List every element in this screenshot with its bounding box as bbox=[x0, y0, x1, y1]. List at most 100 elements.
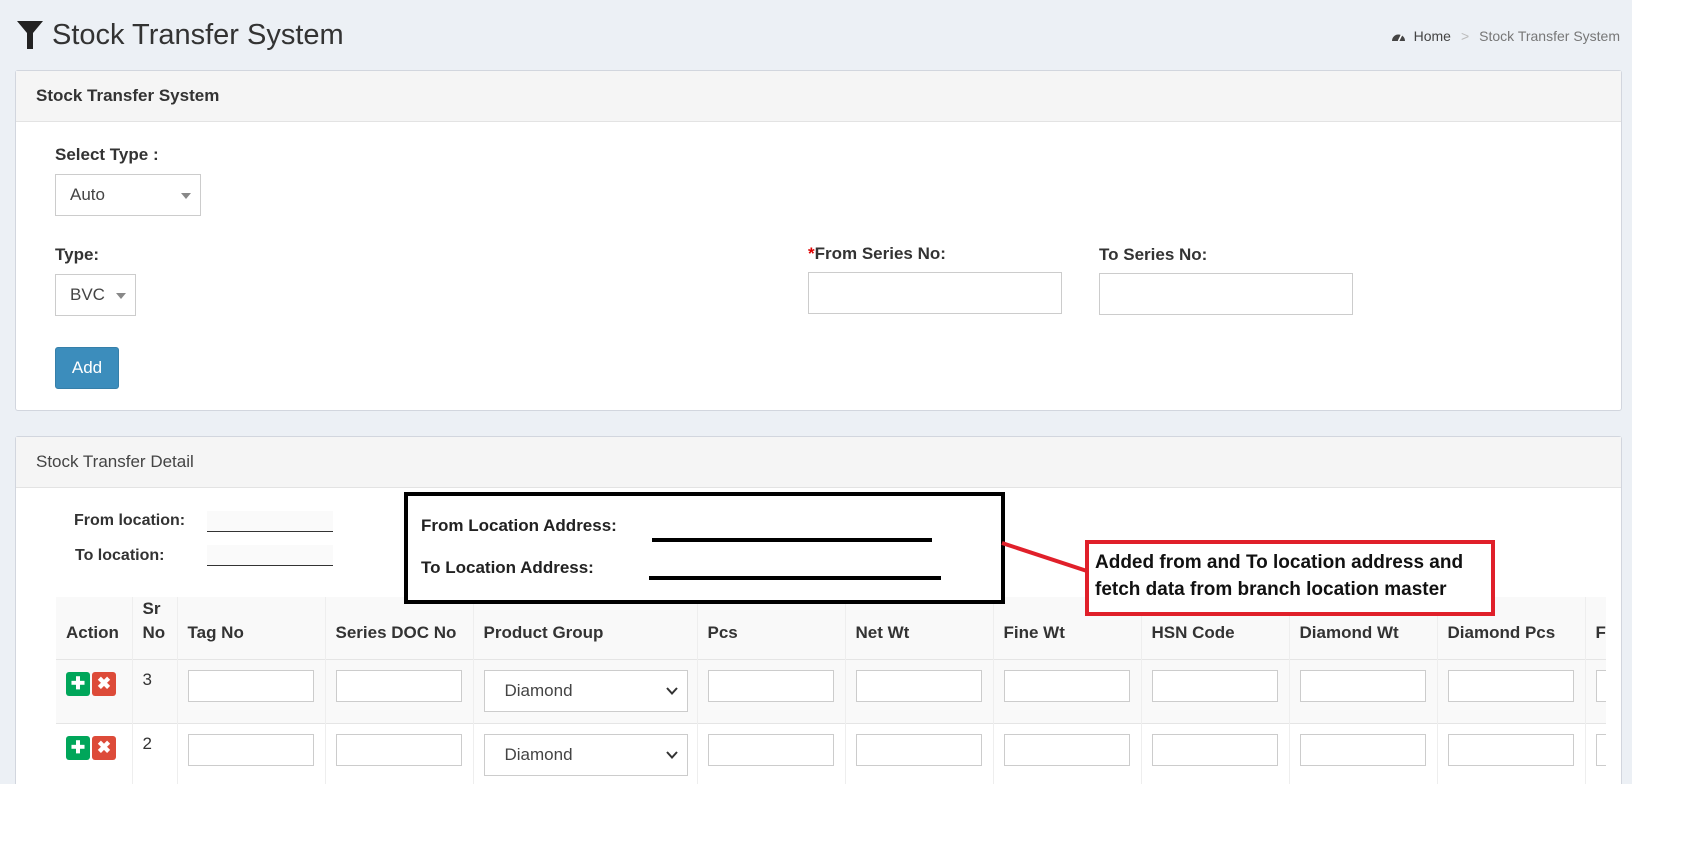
page-title: Stock Transfer System bbox=[52, 18, 344, 51]
pcs-input[interactable] bbox=[707, 734, 834, 766]
table-row: ✚ ✖ 3 Diamond bbox=[56, 659, 1606, 724]
table-cell bbox=[177, 659, 326, 724]
series-doc-no-input[interactable] bbox=[335, 734, 462, 766]
table-cell: Diamond bbox=[473, 659, 698, 724]
tag-no-input[interactable] bbox=[187, 734, 314, 766]
breadcrumb-home-link[interactable]: Home bbox=[1414, 28, 1451, 44]
dashboard-icon bbox=[1391, 34, 1405, 41]
sr-no-cell: 3 bbox=[132, 659, 178, 724]
to-location-address-label: To Location Address: bbox=[421, 558, 594, 577]
to-series-input[interactable] bbox=[1099, 273, 1353, 315]
select-type-label: Select Type : bbox=[55, 145, 159, 164]
from-location-label: From location: bbox=[74, 512, 186, 529]
table-cell bbox=[325, 659, 474, 724]
from-series-label-text: From Series No: bbox=[814, 244, 946, 263]
to-location-field[interactable] bbox=[207, 545, 333, 566]
product-group-select[interactable]: Diamond bbox=[483, 734, 688, 776]
from-series-label: *From Series No: bbox=[808, 244, 946, 264]
column-header: Action bbox=[56, 597, 133, 660]
breadcrumb: Home > Stock Transfer System bbox=[1391, 28, 1620, 44]
table-cell bbox=[845, 659, 994, 724]
breadcrumb-current: Stock Transfer System bbox=[1479, 28, 1620, 44]
table-cell bbox=[1437, 723, 1586, 784]
select-type-value: Auto bbox=[70, 185, 105, 204]
stock-transfer-form-panel: Stock Transfer System Select Type : Auto… bbox=[15, 70, 1622, 411]
table-cell bbox=[177, 723, 326, 784]
column-header: F bbox=[1585, 597, 1606, 660]
column-header: Series DOC No bbox=[325, 597, 474, 660]
detail-panel-title: Stock Transfer Detail bbox=[16, 437, 1621, 488]
to-series-label: To Series No: bbox=[1099, 245, 1208, 264]
from-location-address-line bbox=[652, 538, 932, 542]
form-panel-title: Stock Transfer System bbox=[16, 71, 1621, 122]
diamond-wt-input[interactable] bbox=[1299, 734, 1426, 766]
app-background: Stock Transfer System Home > Stock Trans… bbox=[0, 0, 1632, 784]
product-group-select[interactable]: Diamond bbox=[483, 670, 688, 712]
diamond-pcs-input[interactable] bbox=[1447, 670, 1574, 702]
caret-down-icon bbox=[181, 193, 191, 199]
to-location-address-line bbox=[649, 576, 941, 580]
type-dropdown[interactable]: BVC bbox=[55, 274, 136, 316]
hsn-code-input[interactable] bbox=[1151, 734, 1278, 766]
table-cell bbox=[993, 723, 1142, 784]
action-cell: ✚ ✖ bbox=[56, 659, 133, 724]
add-row-button[interactable]: ✚ bbox=[66, 736, 90, 760]
hsn-code-input[interactable] bbox=[1151, 670, 1278, 702]
action-cell: ✚ ✖ bbox=[56, 723, 133, 784]
delete-row-button[interactable]: ✖ bbox=[92, 672, 116, 696]
column-header: Sr No bbox=[132, 597, 178, 660]
type-label: Type: bbox=[55, 245, 100, 264]
diamond-wt-input[interactable] bbox=[1299, 670, 1426, 702]
table-cell bbox=[1585, 723, 1606, 784]
net-wt-input[interactable] bbox=[855, 734, 982, 766]
product-group-value: Diamond bbox=[504, 745, 573, 764]
product-group-value: Diamond bbox=[504, 681, 573, 700]
table-cell bbox=[697, 659, 846, 724]
transfer-detail-table: Action Sr No Tag No Series DOC No Produc… bbox=[56, 597, 1606, 784]
delete-row-button[interactable]: ✖ bbox=[92, 736, 116, 760]
annotation-note: Added from and To location address and f… bbox=[1085, 540, 1495, 616]
required-marker: * bbox=[808, 244, 815, 263]
fine-wt-input[interactable] bbox=[1003, 734, 1130, 766]
add-row-button[interactable]: ✚ bbox=[66, 672, 90, 696]
from-location-address-label: From Location Address: bbox=[421, 516, 617, 535]
location-address-annotation: From Location Address: To Location Addre… bbox=[404, 492, 1005, 604]
add-button[interactable]: Add bbox=[55, 347, 119, 389]
table-cell bbox=[1585, 659, 1606, 724]
breadcrumb-separator: > bbox=[1460, 28, 1470, 44]
table-cell bbox=[1289, 723, 1438, 784]
sr-no: 2 bbox=[142, 734, 152, 753]
table-cell bbox=[1289, 659, 1438, 724]
column-header: Product Group bbox=[473, 597, 698, 660]
caret-down-icon bbox=[116, 293, 126, 299]
from-series-input[interactable] bbox=[808, 272, 1062, 314]
filter-icon bbox=[17, 21, 43, 49]
column-header: Tag No bbox=[177, 597, 326, 660]
page-header: Stock Transfer System bbox=[16, 14, 344, 56]
type-value: BVC bbox=[70, 285, 105, 304]
tag-no-input[interactable] bbox=[187, 670, 314, 702]
chevron-down-icon bbox=[665, 751, 678, 759]
table-cell bbox=[1141, 723, 1290, 784]
fine-wt-input[interactable] bbox=[1003, 670, 1130, 702]
sr-no: 3 bbox=[142, 670, 152, 689]
table-cell bbox=[845, 723, 994, 784]
pcs-input[interactable] bbox=[707, 670, 834, 702]
select-type-dropdown[interactable]: Auto bbox=[55, 174, 201, 216]
series-doc-no-input[interactable] bbox=[335, 670, 462, 702]
net-wt-input[interactable] bbox=[855, 670, 982, 702]
table-row: ✚ ✖ 2 Diamond bbox=[56, 723, 1606, 784]
next-column-input[interactable] bbox=[1595, 734, 1606, 766]
to-location-label: To location: bbox=[75, 547, 165, 564]
table-cell bbox=[993, 659, 1142, 724]
table-cell bbox=[325, 723, 474, 784]
column-header: Pcs bbox=[697, 597, 846, 660]
next-column-input[interactable] bbox=[1595, 670, 1606, 702]
chevron-down-icon bbox=[665, 687, 678, 695]
diamond-pcs-input[interactable] bbox=[1447, 734, 1574, 766]
table-cell: Diamond bbox=[473, 723, 698, 784]
column-header: Net Wt bbox=[845, 597, 994, 660]
from-location-field[interactable] bbox=[207, 511, 333, 532]
table-cell bbox=[1437, 659, 1586, 724]
table-cell bbox=[697, 723, 846, 784]
